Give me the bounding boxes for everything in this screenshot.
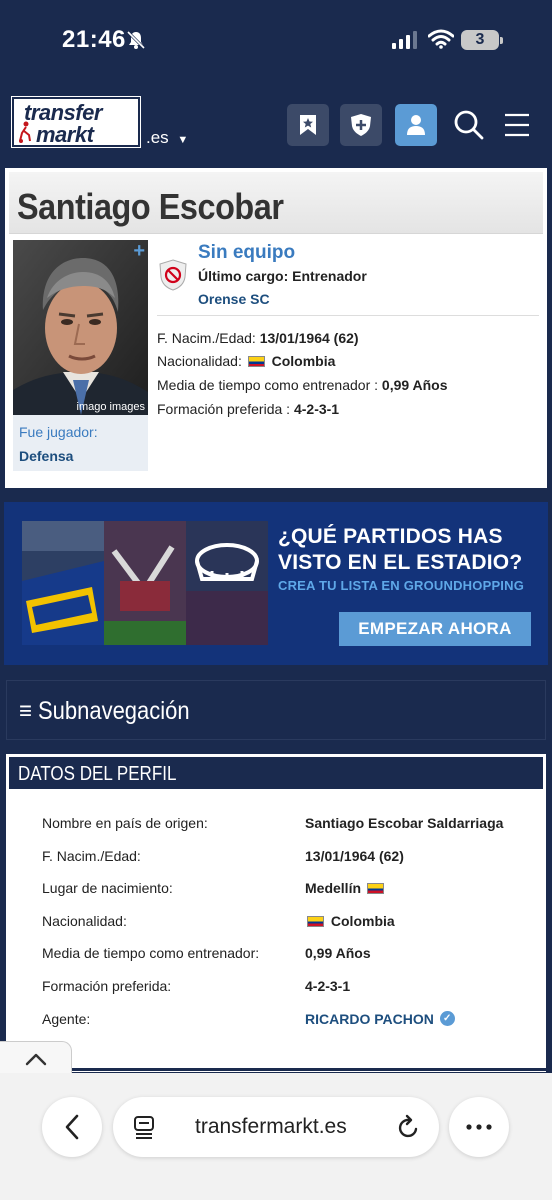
divider xyxy=(157,315,539,316)
address-bar[interactable]: transfermarkt.es xyxy=(113,1097,439,1157)
formation-label: Formación preferida : xyxy=(157,401,291,417)
menu-button[interactable] xyxy=(497,104,537,146)
user-icon xyxy=(407,115,425,135)
shield-plus-icon xyxy=(351,114,371,136)
tabs-icon xyxy=(134,1116,154,1139)
datos-value: 0,99 Años xyxy=(305,945,371,961)
profile-photo[interactable]: + imago images xyxy=(13,240,148,415)
photo-box: + imago images Fue jugador: Defensa xyxy=(13,240,148,471)
groundhopping-banner[interactable]: ¿QUÉ PARTIDOS HAS VISTO EN EL ESTADIO? C… xyxy=(4,502,548,665)
banner-headline: ¿QUÉ PARTIDOS HAS VISTO EN EL ESTADIO? xyxy=(278,524,522,576)
subnav-toggle[interactable]: ≡ Subnavegación xyxy=(6,680,546,740)
no-club-icon xyxy=(159,259,187,291)
battery-tip xyxy=(500,37,503,44)
datos-value: 13/01/1964 (62) xyxy=(305,848,404,864)
search-button[interactable] xyxy=(449,104,489,146)
collapse-toolbar-button[interactable] xyxy=(0,1041,72,1077)
colombia-flag-icon xyxy=(307,916,324,927)
datos-label: Agente: xyxy=(42,1011,91,1027)
datos-value-with-flag: Colombia xyxy=(305,913,395,929)
fue-jugador-label: Fue jugador: xyxy=(19,424,98,440)
birth-line: F. Nacim./Edad: 13/01/1964 (62) xyxy=(157,330,359,346)
transfermarkt-logo[interactable]: transfer markt xyxy=(11,96,141,148)
shield-plus-button[interactable] xyxy=(340,104,382,146)
photo-credit: imago images xyxy=(76,401,145,413)
avg-time-label: Media de tiempo como entrenador : xyxy=(157,377,379,393)
status-time: 21:46 xyxy=(62,26,126,53)
profile-title-bar: Santiago Escobar xyxy=(9,172,543,234)
datos-del-perfil-card: DATOS DEL PERFIL Nombre en país de orige… xyxy=(6,754,546,1072)
nationality-value: Colombia xyxy=(271,353,336,369)
domain-label: .es xyxy=(146,128,169,147)
more-options-button[interactable] xyxy=(449,1097,509,1157)
status-bar: 21:46 3 xyxy=(0,0,552,82)
club-status[interactable]: Sin equipo xyxy=(198,242,295,264)
portrait-image xyxy=(13,240,148,415)
verified-check-icon: ✓ xyxy=(439,1011,455,1026)
search-icon xyxy=(454,110,484,140)
bell-off-icon xyxy=(126,30,146,50)
formation-value: 4-2-3-1 xyxy=(293,401,340,417)
fue-jugador-value[interactable]: Defensa xyxy=(19,448,73,464)
nationality-value: Colombia xyxy=(330,913,395,929)
chevron-up-icon xyxy=(25,1053,46,1066)
colombia-flag-icon xyxy=(366,883,384,894)
battery-icon: 3 xyxy=(461,30,499,50)
datos-label: Lugar de nacimiento: xyxy=(42,880,173,896)
site-header: transfer markt .es ▼ xyxy=(0,82,552,168)
birth-value: 13/01/1964 (62) xyxy=(259,330,359,346)
profile-name: Santiago Escobar xyxy=(17,186,284,227)
add-photo-icon[interactable]: + xyxy=(133,240,145,263)
logo-line2: markt xyxy=(36,122,94,147)
last-role: Último cargo: Entrenador xyxy=(198,268,367,284)
datos-title: DATOS DEL PERFIL xyxy=(18,763,177,785)
datos-label: Media de tiempo como entrenador: xyxy=(42,945,260,961)
banner-headline-line1: ¿QUÉ PARTIDOS HAS xyxy=(278,525,503,548)
profile-card: Santiago Escobar + imago images Fue juga… xyxy=(5,168,547,488)
user-account-button[interactable] xyxy=(395,104,437,146)
logo-player-icon xyxy=(19,121,31,143)
stadium-collage-image xyxy=(22,521,268,645)
agent-link[interactable]: RICARDO PACHON ✓ xyxy=(305,1011,455,1027)
signal-icon xyxy=(392,31,417,49)
nationality-line: Nacionalidad: Colombia xyxy=(157,353,335,369)
domain-selector[interactable]: .es ▼ xyxy=(146,128,188,148)
banner-headline-line2: VISTO EN EL ESTADIO? xyxy=(278,551,523,574)
banner-subline: CREA TU LISTA EN GROUNDHOPPING xyxy=(278,578,525,593)
avg-time-line: Media de tiempo como entrenador : 0,99 A… xyxy=(157,377,448,393)
browser-toolbar: transfermarkt.es xyxy=(0,1073,552,1200)
more-dots-icon xyxy=(466,1124,492,1130)
avg-time-value: 0,99 Años xyxy=(381,377,448,393)
datos-label: Nombre en país de origen: xyxy=(42,815,208,831)
subnav-label: ≡ Subnavegación xyxy=(19,697,190,725)
formation-line: Formación preferida : 4-2-3-1 xyxy=(157,401,339,417)
wifi-icon xyxy=(428,29,454,49)
datos-value-with-flag: Medellín xyxy=(305,880,387,896)
colombia-flag-icon xyxy=(247,356,265,367)
datos-label: Formación preferida: xyxy=(42,978,172,994)
datos-header: DATOS DEL PERFIL xyxy=(9,757,543,789)
empezar-ahora-button[interactable]: EMPEZAR AHORA xyxy=(339,612,531,646)
chevron-down-icon: ▼ xyxy=(177,134,189,146)
datos-label: Nacionalidad: xyxy=(42,913,127,929)
bookmark-button[interactable] xyxy=(287,104,329,146)
section-divider xyxy=(60,1068,546,1071)
url-text: transfermarkt.es xyxy=(195,1115,347,1138)
datos-value: Santiago Escobar Saldarriaga xyxy=(305,815,504,831)
birth-label: F. Nacim./Edad: xyxy=(157,330,256,346)
birthplace-value: Medellín xyxy=(305,880,362,896)
hamburger-menu-icon xyxy=(505,113,529,137)
datos-label: F. Nacim./Edad: xyxy=(42,848,141,864)
chevron-left-icon xyxy=(65,1114,79,1140)
agent-value: RICARDO PACHON xyxy=(305,1011,434,1027)
back-button[interactable] xyxy=(42,1097,102,1157)
bookmark-star-icon xyxy=(300,115,316,135)
last-club-link[interactable]: Orense SC xyxy=(198,291,270,307)
datos-value: 4-2-3-1 xyxy=(305,978,351,994)
nationality-label: Nacionalidad: xyxy=(157,353,242,369)
reload-icon[interactable] xyxy=(397,1114,421,1140)
